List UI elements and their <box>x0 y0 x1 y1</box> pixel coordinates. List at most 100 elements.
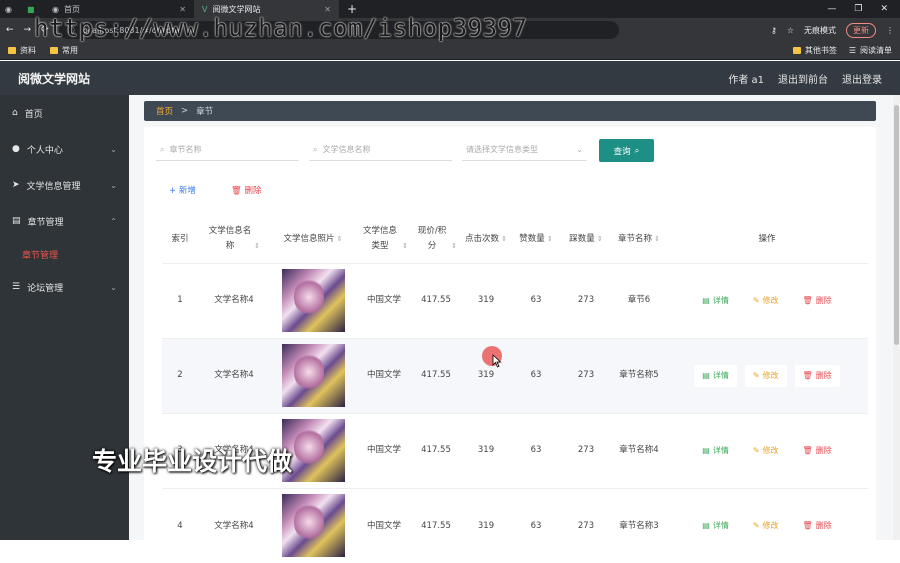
close-tab-icon[interactable]: ✕ <box>324 5 331 14</box>
sort-icon[interactable]: ⇕ <box>654 235 660 243</box>
header-type[interactable]: 文学信息类型 ⇕ <box>356 215 412 263</box>
book-cover-image[interactable] <box>281 269 345 332</box>
sort-icon[interactable]: ⇕ <box>597 235 603 243</box>
batch-delete-button[interactable]: 🗑 删除 <box>231 184 262 196</box>
vue-icon: V <box>202 4 208 14</box>
forward-icon[interactable]: → <box>24 25 32 35</box>
book-cover-image[interactable] <box>281 494 345 558</box>
search-icon: ⌕ <box>313 144 318 154</box>
header-price[interactable]: 现价/积分 ⇕ <box>412 215 460 263</box>
header-index: 索引 <box>171 233 189 244</box>
breadcrumb-current: 章节 <box>196 107 214 117</box>
minimize-icon[interactable]: — <box>827 4 836 14</box>
home-icon: ⌂ <box>12 108 18 118</box>
browser-tab-1[interactable]: ◉ <box>0 0 22 18</box>
cell-photo <box>270 337 356 413</box>
bookmark-other[interactable]: 其他书签 <box>792 45 837 56</box>
star-icon[interactable]: ☆ <box>787 26 794 35</box>
cell-name: 文学名称4 <box>198 262 270 338</box>
sort-icon[interactable]: ⇕ <box>254 242 260 250</box>
sort-icon[interactable]: ⇕ <box>451 242 457 250</box>
cell-price: 417.55 <box>412 412 460 488</box>
close-window-icon[interactable]: ✕ <box>880 4 888 14</box>
back-to-front-link[interactable]: 退出到前台 <box>778 71 828 86</box>
cell-price: 417.55 <box>412 262 460 338</box>
cell-type: 中国文学 <box>356 487 412 563</box>
bookmark-folder-1[interactable]: 资料 <box>8 45 36 56</box>
globe-icon: ◉ <box>5 4 12 14</box>
trash-icon: 🗑 <box>802 520 813 530</box>
detail-button[interactable]: ▤ 详情 <box>694 439 737 462</box>
sidebar-item-profile[interactable]: ● 个人中心 ⌄ <box>0 131 129 167</box>
chevron-down-icon: ⌄ <box>110 180 117 190</box>
sort-icon[interactable]: ⇕ <box>547 235 553 243</box>
bookmark-reading-list[interactable]: ☰ 阅读清单 <box>849 45 892 56</box>
cell-actions: ▤ 详情 ✎ 修改 🗑 删除 <box>666 337 868 413</box>
header-likes[interactable]: 赞数量 ⇕ <box>512 215 560 263</box>
edit-button[interactable]: ✎ 修改 <box>744 514 787 537</box>
header-dislikes[interactable]: 踩数量 ⇕ <box>560 215 612 263</box>
close-tab-icon[interactable]: ✕ <box>179 5 186 14</box>
title-search-input[interactable]: ⌕ 文学信息名称 <box>309 139 452 161</box>
chevron-up-icon: ⌃ <box>110 216 117 226</box>
back-icon[interactable]: ← <box>6 25 14 35</box>
cell-likes: 63 <box>512 262 560 338</box>
edit-button[interactable]: ✎ 修改 <box>744 439 787 462</box>
cell-dislikes: 273 <box>560 487 612 563</box>
sort-icon[interactable]: ⇕ <box>501 235 507 243</box>
search-button[interactable]: 查询 ⌕ <box>599 139 654 162</box>
trash-icon: 🗑 <box>802 445 813 455</box>
logout-link[interactable]: 退出登录 <box>842 71 882 86</box>
cell-type: 中国文学 <box>356 337 412 413</box>
chevron-down-icon: ⌄ <box>110 144 117 154</box>
sort-icon[interactable]: ⇕ <box>402 242 408 250</box>
incognito-badge[interactable]: 无痕模式 <box>804 25 836 36</box>
header-chapter[interactable]: 章节名称 ⇕ <box>612 215 666 263</box>
folder-icon <box>792 47 801 54</box>
globe-icon: ◉ <box>52 4 59 14</box>
delete-button[interactable]: 🗑 删除 <box>794 364 840 387</box>
delete-button[interactable]: 🗑 删除 <box>794 514 840 537</box>
window-controls: — ❐ ✕ <box>827 4 900 14</box>
page-scrollbar[interactable] <box>893 95 900 540</box>
header-clicks[interactable]: 点击次数 ⇕ <box>460 215 512 263</box>
edit-icon: ✎ <box>752 445 760 455</box>
breadcrumb-home[interactable]: 首页 <box>156 105 173 117</box>
cell-likes: 63 <box>512 337 560 413</box>
folder-icon <box>8 47 16 54</box>
edit-button[interactable]: ✎ 修改 <box>744 364 787 387</box>
sidebar-item-literature[interactable]: ➤ 文学信息管理 ⌄ <box>0 167 129 203</box>
delete-button[interactable]: 🗑 删除 <box>794 289 840 312</box>
book-cover-image[interactable] <box>281 344 345 407</box>
cell-name: 文学名称4 <box>198 487 270 563</box>
key-icon[interactable]: ⚷ <box>771 26 777 35</box>
edit-icon: ✎ <box>752 295 760 305</box>
type-select[interactable]: 请选择文学信息类型 ⌄ <box>462 139 587 161</box>
detail-button[interactable]: ▤ 详情 <box>694 289 737 312</box>
more-icon[interactable]: ⋮ <box>886 26 894 35</box>
document-icon: ▤ <box>702 295 710 305</box>
sidebar-item-home[interactable]: ⌂ 首页 <box>0 95 129 131</box>
content-panel: ⌕ 章节名称 ⌕ 文学信息名称 请选择文学信息类型 ⌄ 查询 ⌕ + 新增 🗑 … <box>144 127 876 563</box>
chapter-search-input[interactable]: ⌕ 章节名称 <box>156 139 299 161</box>
delete-button[interactable]: 🗑 删除 <box>794 439 840 462</box>
scrollbar-thumb[interactable] <box>894 105 899 345</box>
sidebar-item-chapter[interactable]: ▤ 章节管理 ⌃ <box>0 203 129 239</box>
edit-button[interactable]: ✎ 修改 <box>744 289 787 312</box>
sort-icon[interactable]: ⇕ <box>337 235 343 243</box>
detail-button[interactable]: ▤ 详情 <box>694 514 737 537</box>
update-button[interactable]: 更新 <box>846 22 876 38</box>
cell-photo <box>270 262 356 338</box>
bookmark-folder-2[interactable]: 常用 <box>50 45 78 56</box>
sidebar-subitem-chapter[interactable]: 章节管理 <box>0 239 129 269</box>
restore-icon[interactable]: ❐ <box>854 4 862 14</box>
add-button[interactable]: + 新增 <box>169 184 196 196</box>
trash-icon: 🗑 <box>231 186 242 196</box>
detail-button[interactable]: ▤ 详情 <box>694 364 737 387</box>
header-actions: 操作 <box>758 233 776 244</box>
sidebar-item-forum[interactable]: ☰ 论坛管理 ⌄ <box>0 269 129 305</box>
cell-likes: 63 <box>512 487 560 563</box>
trash-icon: 🗑 <box>802 370 813 380</box>
header-name[interactable]: 文学信息名称 ⇕ <box>198 215 270 263</box>
header-photo[interactable]: 文学信息照片 ⇕ <box>270 215 356 263</box>
